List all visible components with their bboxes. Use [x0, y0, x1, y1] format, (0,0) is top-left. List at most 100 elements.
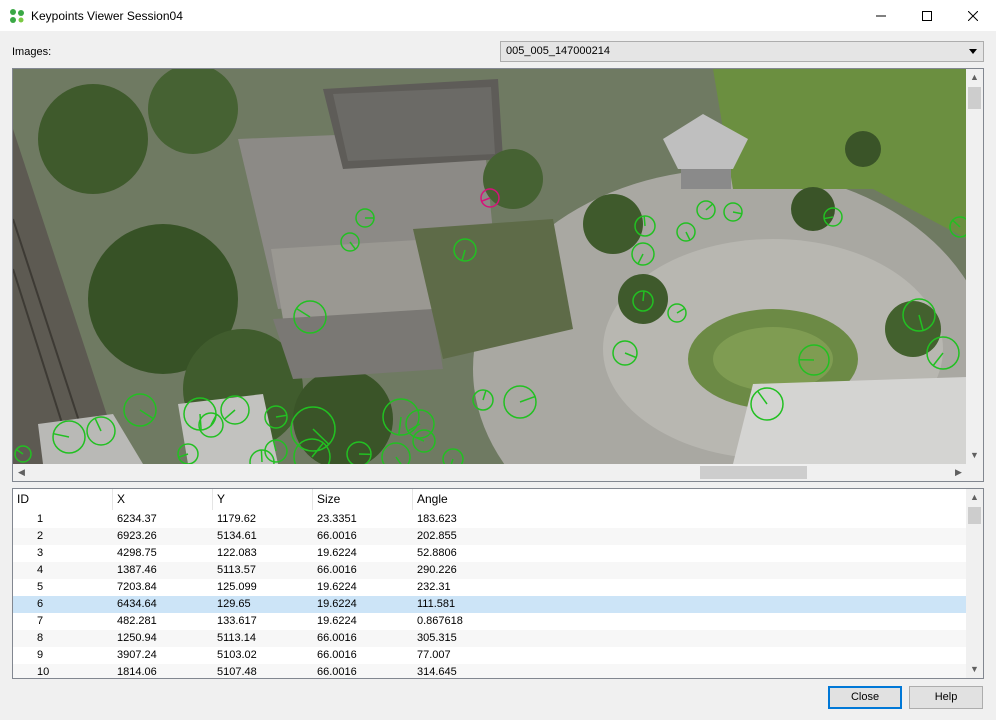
table-row[interactable]: 8 1250.94 5113.14 66.0016 305.315: [13, 630, 967, 647]
table-row[interactable]: 6 6434.64 129.65 19.6224 111.581: [13, 596, 967, 613]
cell-size: 66.0016: [317, 564, 357, 576]
cell-id: 2: [37, 530, 44, 542]
cell-x: 7203.84: [117, 581, 157, 593]
cell-size: 66.0016: [317, 666, 357, 678]
maximize-icon: [922, 10, 932, 21]
scrollbar-corner: [966, 464, 983, 481]
table-header: ID X Y Size Angle: [13, 489, 967, 510]
scroll-right-icon[interactable]: ▶: [950, 464, 967, 481]
cell-angle: 290.226: [417, 564, 457, 576]
table-vscroll-thumb[interactable]: [968, 507, 981, 524]
cell-x: 6434.64: [117, 598, 157, 610]
keypoints-table[interactable]: ID X Y Size Angle 1 6234.37 1179.62 23.3351…: [12, 488, 984, 679]
cell-x: 1250.94: [117, 632, 157, 644]
aerial-image[interactable]: [13, 69, 967, 464]
maximize-button[interactable]: [904, 0, 950, 31]
cell-angle: 183.623: [417, 513, 457, 525]
viewer-vscroll-thumb[interactable]: [968, 87, 981, 109]
cell-angle: 314.645: [417, 666, 457, 678]
cell-size: 19.6224: [317, 581, 357, 593]
cell-angle: 111.581: [417, 598, 456, 610]
cell-size: 23.3351: [317, 513, 357, 525]
cell-x: 482.281: [117, 615, 157, 627]
close-icon: [968, 10, 978, 21]
cell-id: 6: [37, 598, 44, 610]
scroll-down-icon[interactable]: ▼: [966, 661, 983, 678]
cell-size: 19.6224: [317, 615, 357, 627]
cell-x: 1387.46: [117, 564, 157, 576]
chevron-down-icon: [969, 49, 977, 54]
cell-x: 3907.24: [117, 649, 157, 661]
cell-id: 4: [37, 564, 44, 576]
minimize-button[interactable]: [858, 0, 904, 31]
cell-id: 1: [37, 513, 44, 525]
table-row[interactable]: 1 6234.37 1179.62 23.3351 183.623: [13, 511, 967, 528]
table-body: 1 6234.37 1179.62 23.3351 183.623 2 6923.26 513…: [13, 511, 967, 678]
cell-x: 6234.37: [117, 513, 157, 525]
keypoint-orientation-line: [642, 290, 645, 302]
cell-y: 1179.62: [217, 513, 256, 525]
viewer-vertical-scrollbar[interactable]: ▲ ▼: [966, 69, 983, 464]
cell-y: 5113.57: [217, 564, 256, 576]
viewer-hscroll-thumb[interactable]: [700, 466, 807, 479]
keypoint-orientation-line: [643, 215, 646, 227]
cell-size: 19.6224: [317, 598, 357, 610]
table-row[interactable]: 2 6923.26 5134.61 66.0016 202.855: [13, 528, 967, 545]
images-dropdown-value: 005_005_147000214: [506, 45, 611, 57]
keypoint-orientation-line: [260, 449, 263, 463]
viewer-horizontal-scrollbar[interactable]: ◀ ▶: [13, 464, 967, 481]
cell-id: 7: [37, 615, 44, 627]
table-row[interactable]: 4 1387.46 5113.57 66.0016 290.226: [13, 562, 967, 579]
cell-y: 129.65: [217, 598, 251, 610]
cell-x: 4298.75: [117, 547, 157, 559]
cell-size: 66.0016: [317, 530, 357, 542]
cell-id: 8: [37, 632, 44, 644]
cell-angle: 305.315: [417, 632, 457, 644]
app-logo-icon: [10, 9, 24, 23]
help-button[interactable]: Help: [909, 686, 983, 709]
cell-id: 9: [37, 649, 44, 661]
cell-angle: 77.007: [417, 649, 451, 661]
cell-angle: 232.31: [417, 581, 451, 593]
column-header-id[interactable]: ID: [13, 489, 113, 510]
table-row[interactable]: 5 7203.84 125.099 19.6224 232.31: [13, 579, 967, 596]
cell-x: 6923.26: [117, 530, 157, 542]
column-header-y[interactable]: Y: [213, 489, 313, 510]
cell-y: 133.617: [217, 615, 257, 627]
close-window-button[interactable]: [950, 0, 996, 31]
window-title: Keypoints Viewer Session04: [31, 9, 183, 23]
images-label: Images:: [12, 46, 52, 58]
image-viewer[interactable]: ▲ ▼ ◀ ▶: [12, 68, 984, 482]
cell-size: 19.6224: [317, 547, 357, 559]
column-header-size[interactable]: Size: [313, 489, 413, 510]
cell-y: 5107.48: [217, 666, 257, 678]
cell-size: 66.0016: [317, 632, 357, 644]
cell-id: 5: [37, 581, 44, 593]
cell-id: 10: [37, 666, 50, 678]
cell-x: 1814.06: [117, 666, 157, 678]
minimize-icon: [876, 15, 886, 16]
cell-angle: 0.867618: [417, 615, 463, 627]
cell-y: 5134.61: [217, 530, 257, 542]
scroll-down-icon[interactable]: ▼: [966, 447, 983, 464]
scroll-up-icon[interactable]: ▲: [966, 489, 983, 506]
cell-y: 5113.14: [217, 632, 256, 644]
table-row[interactable]: 9 3907.24 5103.02 66.0016 77.007: [13, 647, 967, 664]
table-row[interactable]: 3 4298.75 122.083 19.6224 52.8806: [13, 545, 967, 562]
scroll-left-icon[interactable]: ◀: [13, 464, 30, 481]
cell-y: 125.099: [217, 581, 257, 593]
cell-id: 3: [37, 547, 44, 559]
close-button[interactable]: Close: [828, 686, 902, 709]
cell-angle: 52.8806: [417, 547, 457, 559]
cell-y: 5103.02: [217, 649, 257, 661]
cell-y: 122.083: [217, 547, 257, 559]
table-vertical-scrollbar[interactable]: ▲ ▼: [966, 489, 983, 678]
images-dropdown[interactable]: 005_005_147000214: [500, 41, 984, 62]
cell-size: 66.0016: [317, 649, 357, 661]
cell-angle: 202.855: [417, 530, 457, 542]
column-header-x[interactable]: X: [113, 489, 213, 510]
table-row[interactable]: 10 1814.06 5107.48 66.0016 314.645: [13, 664, 967, 678]
column-header-angle[interactable]: Angle: [413, 489, 967, 510]
scroll-up-icon[interactable]: ▲: [966, 69, 983, 86]
table-row[interactable]: 7 482.281 133.617 19.6224 0.867618: [13, 613, 967, 630]
